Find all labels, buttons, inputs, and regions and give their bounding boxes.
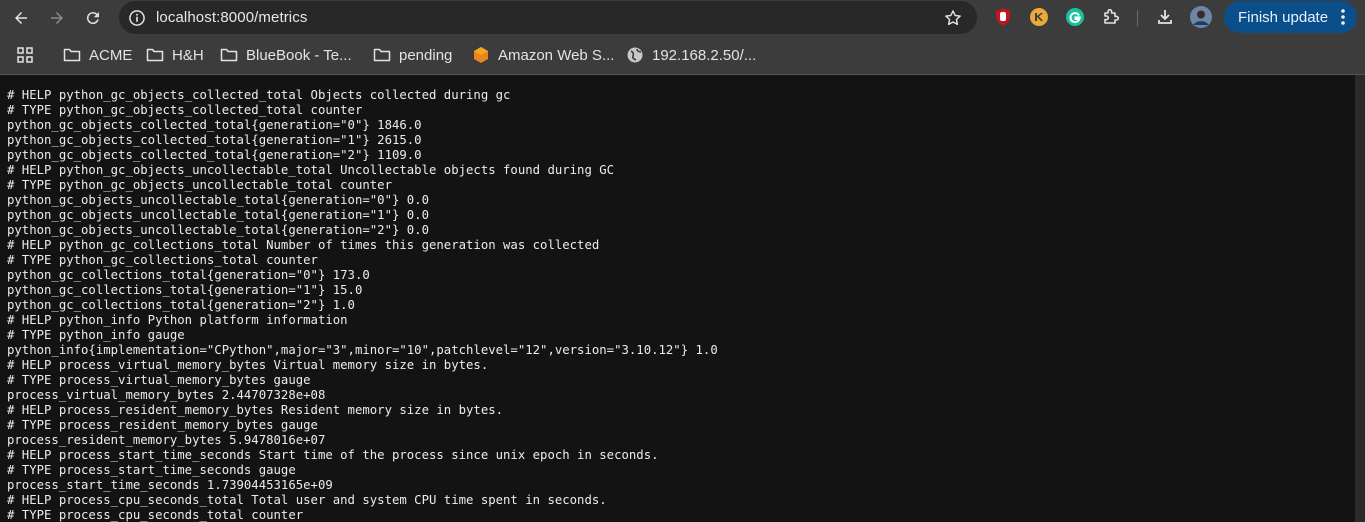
bookmark-item[interactable]: BlueBook - Te... [220,44,352,66]
bookmark-star-icon[interactable] [943,8,963,28]
toolbar-separator [1137,10,1138,26]
metrics-line: # HELP python_gc_objects_uncollectable_t… [7,163,615,177]
metrics-line: python_gc_objects_collected_total{genera… [7,133,422,147]
metrics-line: # HELP python_gc_objects_collected_total… [7,88,511,102]
scrollbar[interactable] [1355,75,1365,522]
metrics-line: python_gc_collections_total{generation="… [7,298,355,312]
metrics-line: python_gc_collections_total{generation="… [7,283,363,297]
arrow-right-icon [51,12,63,24]
metrics-line: # HELP process_cpu_seconds_total Total u… [7,493,607,507]
address-bar[interactable]: localhost:8000/metrics [119,1,977,34]
bookmark-label: 192.168.2.50/... [652,46,757,64]
metrics-line: # TYPE python_gc_collections_total count… [7,253,318,267]
page-content: # HELP python_gc_objects_collected_total… [0,75,1355,522]
bookmark-label: pending [399,46,453,64]
folder-icon [220,48,238,62]
bookmark-item[interactable]: H&H [146,44,204,66]
metrics-line: process_virtual_memory_bytes 2.44707328e… [7,388,326,402]
aws-icon [474,47,488,63]
metrics-line: # TYPE process_resident_memory_bytes gau… [7,418,318,432]
back-button[interactable] [7,4,35,32]
metrics-line: process_resident_memory_bytes 5.9478016e… [7,433,326,447]
more-vertical-icon[interactable] [1341,8,1345,26]
metrics-line: # HELP python_info Python platform infor… [7,313,348,327]
bookmark-item[interactable]: pending [373,44,452,66]
metrics-line: # TYPE python_gc_objects_uncollectable_t… [7,178,392,192]
bookmark-label: Amazon Web S... [498,46,615,64]
metrics-line: python_gc_collections_total{generation="… [7,268,370,282]
bookmark-item[interactable]: ACME [63,44,132,66]
bookmark-label: H&H [172,46,204,64]
metrics-text: # HELP python_gc_objects_collected_total… [7,88,718,522]
bookmark-label: ACME [89,46,133,64]
extensions-puzzle-icon[interactable] [1101,7,1121,27]
bookmark-label: BlueBook - Te... [246,46,352,64]
metrics-line: process_start_time_seconds 1.73904453165… [7,478,333,492]
metrics-line: python_gc_objects_uncollectable_total{ge… [7,193,429,207]
browser-toolbar: localhost:8000/metrics Finish update [0,0,1365,36]
url-text[interactable]: localhost:8000/metrics [156,9,307,26]
metrics-line: # HELP process_resident_memory_bytes Res… [7,403,504,417]
metrics-line: # TYPE process_cpu_seconds_total counter [7,508,304,522]
honey-extension-icon[interactable] [1029,7,1049,27]
metrics-line: # HELP process_start_time_seconds Start … [7,448,659,462]
folder-icon [373,48,391,62]
bookmarks-bar: ACME H&H BlueBook - Te... pending Amazon… [0,36,1365,75]
reload-button[interactable] [79,4,107,32]
metrics-line: # HELP python_gc_collections_total Numbe… [7,238,600,252]
arrow-left-icon [15,12,27,24]
metrics-line: python_gc_objects_uncollectable_total{ge… [7,208,429,222]
download-icon[interactable] [1155,7,1175,27]
bookmark-item[interactable]: Amazon Web S... [472,44,614,66]
ublock-extension-icon[interactable] [993,7,1013,27]
metrics-line: # TYPE process_virtual_memory_bytes gaug… [7,373,311,387]
metrics-line: python_gc_objects_uncollectable_total{ge… [7,223,429,237]
metrics-line: python_gc_objects_collected_total{genera… [7,118,422,132]
reload-icon [86,12,99,25]
metrics-line: # HELP process_virtual_memory_bytes Virt… [7,358,489,372]
metrics-line: python_info{implementation="CPython",maj… [7,343,718,357]
folder-icon [63,48,81,62]
globe-icon [627,47,643,63]
finish-update-label: Finish update [1238,8,1329,26]
apps-grid-icon [17,47,33,63]
folder-icon [146,48,164,62]
info-icon[interactable] [127,8,147,28]
forward-button[interactable] [43,4,71,32]
metrics-line: # TYPE process_start_time_seconds gauge [7,463,296,477]
profile-avatar[interactable] [1190,6,1212,28]
apps-grid-button[interactable] [16,44,42,66]
finish-update-button[interactable]: Finish update [1224,1,1357,33]
bookmark-item[interactable]: 192.168.2.50/... [626,44,756,66]
metrics-line: # TYPE python_info gauge [7,328,185,342]
metrics-line: # TYPE python_gc_objects_collected_total… [7,103,363,117]
metrics-line: python_gc_objects_collected_total{genera… [7,148,422,162]
grammarly-extension-icon[interactable] [1065,7,1085,27]
